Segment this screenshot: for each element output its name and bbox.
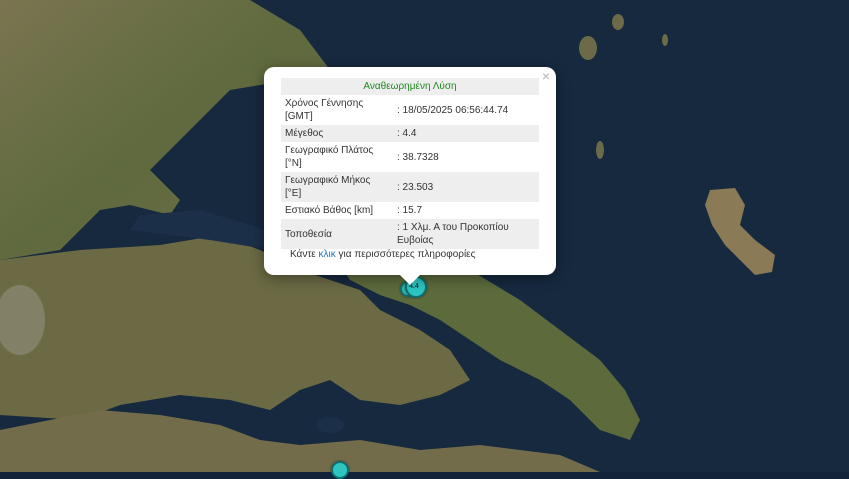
detail-row-location: Τοποθεσία : 1 Χλμ. Α του Προκοπίου Ευβοί…: [281, 219, 539, 249]
detail-row-longitude: Γεωγραφικό Μήκος [°E] : 23.503: [281, 172, 539, 202]
detail-value: : 18/05/2025 06:56:44.74: [397, 104, 509, 116]
detail-value: : 1 Χλμ. Α του Προκοπίου Ευβοίας: [393, 219, 539, 249]
detail-label: Τοποθεσία: [281, 219, 393, 249]
more-info-suffix: για περισσότερες πληροφορίες: [338, 249, 476, 260]
detail-label: Εστιακό Βάθος [km]: [285, 205, 374, 216]
detail-value: : 38.7328: [397, 151, 439, 163]
popup-title: Αναθεωρημένη Λύση: [281, 78, 539, 95]
detail-value: : 15.7: [397, 205, 423, 216]
more-info-link[interactable]: κλικ: [319, 249, 336, 260]
detail-label: Μέγεθος: [281, 125, 393, 142]
earthquake-details-table: Αναθεωρημένη Λύση Χρόνος Γέννησης [GMT] …: [281, 78, 539, 249]
detail-value: : 23.503: [393, 172, 539, 202]
detail-label: Γεωγραφικό Μήκος [°E]: [281, 172, 393, 202]
detail-label: Γεωγραφικό Πλάτος [°N]: [285, 145, 374, 169]
detail-row-latitude: Γεωγραφικό Πλάτος [°N] : 38.7328: [281, 142, 539, 172]
detail-row-magnitude: Μέγεθος : 4.4: [281, 125, 539, 142]
more-info-text: Κάντε κλικ για περισσότερες πληροφορίες: [290, 249, 475, 260]
close-icon[interactable]: ×: [542, 69, 550, 83]
detail-row-depth: Εστιακό Βάθος [km] : 15.7: [281, 202, 539, 219]
detail-label: Χρόνος Γέννησης [GMT]: [285, 98, 364, 122]
popup-pointer: [400, 275, 420, 285]
detail-row-origin-time: Χρόνος Γέννησης [GMT] : 18/05/2025 06:56…: [281, 95, 539, 125]
earthquake-marker-south[interactable]: [331, 461, 349, 479]
more-info-prefix: Κάντε: [290, 249, 316, 260]
detail-value: : 4.4: [393, 125, 539, 142]
earthquake-info-popup: × Αναθεωρημένη Λύση Χρόνος Γέννησης [GMT…: [264, 67, 556, 285]
popup-title-row: Αναθεωρημένη Λύση: [281, 78, 539, 95]
